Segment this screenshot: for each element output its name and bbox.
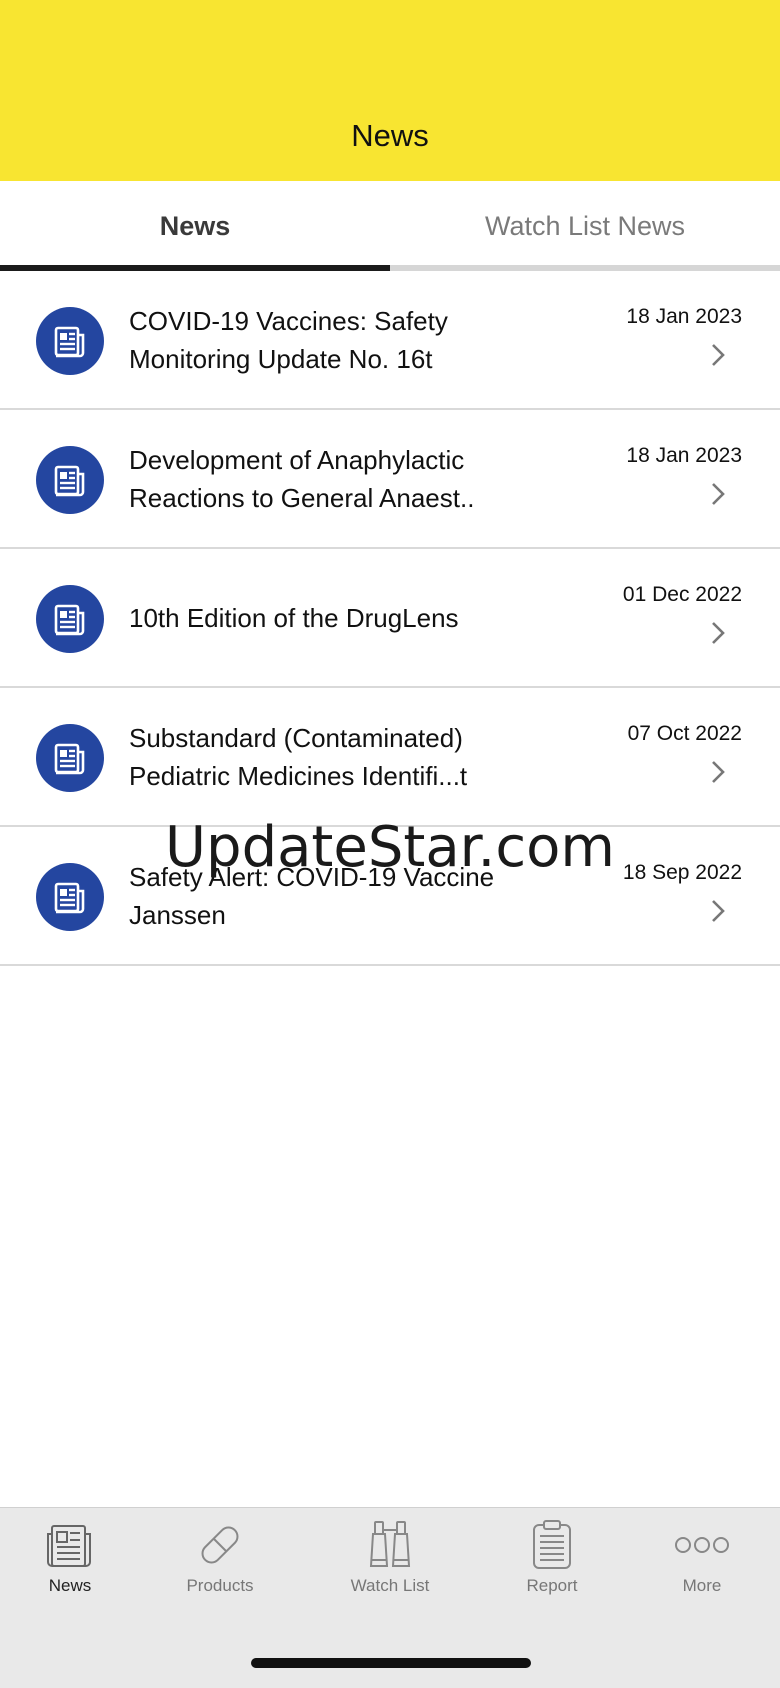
newspaper-icon [36, 863, 104, 931]
news-title: Safety Alert: COVID-19 Vaccine Janssen [129, 861, 495, 930]
news-date: 01 Dec 2022 [622, 583, 742, 606]
nav-watch-list[interactable]: Watch List [325, 1508, 455, 1608]
app-screen: News News Watch List News COVID-19 Vacci… [0, 0, 780, 1688]
nav-report[interactable]: Report [487, 1508, 617, 1608]
newspaper-icon [36, 307, 104, 375]
news-title: COVID-19 Vaccines: Safety Monitoring Upd… [129, 305, 448, 374]
nav-more[interactable]: More [637, 1508, 767, 1608]
more-dots-icon [675, 1537, 729, 1553]
chevron-right-icon [712, 622, 725, 644]
chevron-right-icon [712, 344, 725, 366]
news-item[interactable]: Development of Anaphylactic Reactions to… [0, 410, 780, 549]
news-item[interactable]: 10th Edition of the DrugLens 01 Dec 2022 [0, 549, 780, 688]
tab-news[interactable]: News [0, 181, 390, 272]
pill-icon [201, 1526, 239, 1564]
news-date: 18 Sep 2022 [622, 861, 742, 884]
page-title: News [351, 118, 429, 153]
chevron-right-icon [712, 900, 725, 922]
news-title: Substandard (Contaminated) Pediatric Med… [129, 722, 468, 791]
nav-label: Watch List [350, 1576, 430, 1595]
clipboard-icon [533, 1520, 571, 1569]
nav-products[interactable]: Products [155, 1508, 285, 1608]
news-date: 18 Jan 2023 [626, 444, 742, 467]
nav-label: Report [526, 1576, 578, 1595]
header-bar: News [0, 0, 780, 181]
tab-bar: News Watch List News [0, 181, 780, 272]
news-item[interactable]: Safety Alert: COVID-19 Vaccine Janssen 1… [0, 827, 780, 966]
newspaper-icon [36, 585, 104, 653]
newspaper-icon [36, 724, 104, 792]
news-item[interactable]: COVID-19 Vaccines: Safety Monitoring Upd… [0, 271, 780, 410]
nav-label: More [682, 1576, 722, 1595]
home-indicator[interactable] [251, 1658, 531, 1668]
news-list: COVID-19 Vaccines: Safety Monitoring Upd… [0, 271, 780, 966]
nav-news[interactable]: News [5, 1508, 135, 1608]
nav-label: News [48, 1576, 92, 1595]
news-title: 10th Edition of the DrugLens [129, 602, 459, 633]
nav-label: Products [186, 1576, 254, 1595]
binoculars-icon [369, 1521, 411, 1567]
newspaper-icon [36, 446, 104, 514]
news-date: 18 Jan 2023 [626, 305, 742, 328]
chevron-right-icon [712, 483, 725, 505]
newspaper-icon [47, 1525, 91, 1567]
news-item[interactable]: Substandard (Contaminated) Pediatric Med… [0, 688, 780, 827]
news-title: Development of Anaphylactic Reactions to… [129, 444, 475, 513]
news-date: 07 Oct 2022 [627, 722, 742, 745]
chevron-right-icon [712, 761, 725, 783]
tab-watch-list-news[interactable]: Watch List News [390, 181, 780, 272]
